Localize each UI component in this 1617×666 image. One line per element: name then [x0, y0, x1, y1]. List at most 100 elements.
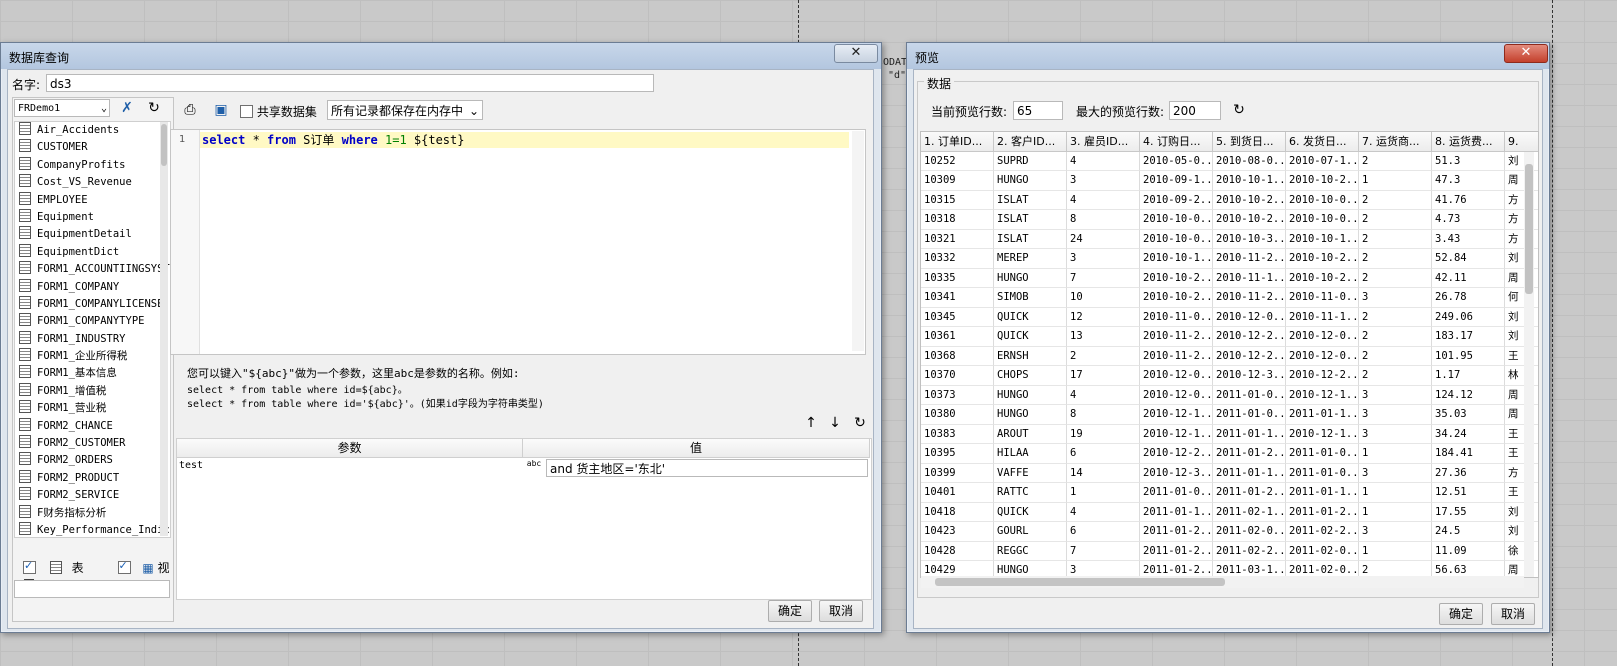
grid-column-header[interactable]: 8. 运货费... — [1432, 132, 1505, 152]
grid-vscrollbar[interactable] — [1524, 152, 1534, 577]
name-input[interactable]: ds3 — [46, 74, 654, 92]
table-list-item[interactable]: Equipment — [15, 208, 170, 226]
grid-cell: 10383 — [921, 424, 994, 444]
table-list-item[interactable]: EMPLOYEE — [15, 191, 170, 209]
grid-column-header[interactable]: 5. 到货日... — [1213, 132, 1286, 152]
connection-select[interactable]: FRDemo1 ⌄ — [14, 99, 110, 117]
grid-cell: 3 — [1359, 405, 1432, 425]
sql-editor[interactable]: 1 select * from S订单 where 1=1 ${test} — [170, 129, 866, 355]
grid-cell: 12 — [1067, 307, 1140, 327]
share-dataset-checkbox[interactable] — [240, 105, 253, 118]
table-name: F财务指标分析 — [37, 506, 107, 519]
data-group-label: 数据 — [924, 75, 955, 92]
grid-cell: 2011-01-0... — [1213, 385, 1286, 405]
grid-cell: 2 — [1359, 346, 1432, 366]
table-list-item[interactable]: Key_Performance_Indic — [15, 521, 170, 537]
grid-cell: 10345 — [921, 307, 994, 327]
grid-column-header[interactable]: 9. — [1505, 132, 1538, 152]
ok-button[interactable]: 确定 — [768, 600, 812, 622]
param-type-icon[interactable]: abc — [523, 459, 545, 477]
table-list-item[interactable]: FORM2_PRODUCT — [15, 469, 170, 487]
grid-column-header[interactable]: 3. 雇员ID... — [1067, 132, 1140, 152]
grid-cell: 17 — [1067, 366, 1140, 386]
save-icon[interactable]: ▣ — [211, 100, 231, 120]
sql-line[interactable]: select * from S订单 where 1=1 ${test} — [200, 132, 849, 148]
table-list-item[interactable]: FORM1_COMPANYTYPE — [15, 313, 170, 330]
ok-button[interactable]: 确定 — [1439, 603, 1483, 625]
grid-cell: 1 — [1067, 483, 1140, 503]
preview-dialog: 预览 ✕ 数据 当前预览行数: 65 最大的预览行数: 200 ↻ 1. 订单I… — [906, 42, 1550, 633]
edit-connection-icon[interactable]: ✗ — [117, 98, 137, 118]
table-list-item[interactable]: FORM1_营业税 — [15, 400, 170, 417]
table-list-item[interactable]: FORM2_SERVICE — [15, 487, 170, 504]
grid-cell: 2010-10-2... — [1286, 249, 1359, 269]
preview-icon[interactable]: ⎙ — [180, 100, 200, 120]
close-button[interactable]: ✕ — [1504, 44, 1548, 63]
grid-column-header[interactable]: 2. 客户ID... — [994, 132, 1067, 152]
cancel-button[interactable]: 取消 — [819, 600, 863, 622]
table-list-scrollbar[interactable] — [160, 122, 168, 536]
grid-cell: QUICK — [994, 307, 1067, 327]
current-rows-input[interactable]: 65 — [1013, 101, 1063, 120]
connection-value: FRDemo1 — [18, 103, 61, 114]
grid-cell: 2010-10-1... — [1140, 249, 1213, 269]
table-list-item[interactable]: FORM1_增值税 — [15, 382, 170, 400]
table-name: FORM1_基本信息 — [37, 367, 117, 380]
grid-cell: 2010-12-1... — [1286, 424, 1359, 444]
table-list-item[interactable]: Cost_VS_Revenue — [15, 174, 170, 191]
table-list-item[interactable]: EquipmentDict — [15, 243, 170, 261]
grid-hscrollbar[interactable] — [921, 576, 1524, 588]
title-bar[interactable]: 数据库查询 ✕ — [1, 43, 881, 69]
move-down-icon[interactable]: ↓ — [825, 413, 845, 433]
table-checkbox[interactable] — [23, 559, 36, 574]
grid-column-header[interactable]: 1. 订单ID... — [921, 132, 994, 152]
refresh-icon[interactable]: ↻ — [144, 98, 164, 118]
refresh-params-icon[interactable]: ↻ — [850, 413, 870, 433]
param-name-cell[interactable]: test — [179, 460, 203, 471]
max-rows-input[interactable]: 200 — [1169, 101, 1221, 120]
grid-cell: 10368 — [921, 346, 994, 366]
move-up-icon[interactable]: ↑ — [801, 413, 821, 433]
table-list-item[interactable]: CUSTOMER — [15, 139, 170, 156]
table-list-item[interactable]: Air_Accidents — [15, 122, 170, 139]
grid-cell: 2 — [1067, 346, 1140, 366]
table-list: Air_Accidents CUSTOMER CompanyProfits Cost_… — [14, 121, 171, 538]
table-list-item[interactable]: FORM2_CHANCE — [15, 417, 170, 435]
grid-column-header[interactable]: 4. 订购日... — [1140, 132, 1213, 152]
grid-cell: 26.78 — [1432, 288, 1505, 308]
table-list-item[interactable]: FORM1_INDUSTRY — [15, 330, 170, 348]
table-list-item[interactable]: FORM1_基本信息 — [15, 365, 170, 382]
cancel-button[interactable]: 取消 — [1491, 603, 1535, 625]
table-list-item[interactable]: FORM2_CUSTOMER — [15, 435, 170, 452]
grid-cell: 1 — [1359, 502, 1432, 522]
close-button[interactable]: ✕ — [834, 44, 878, 63]
table-list-item[interactable]: FORM2_ORDERS — [15, 452, 170, 469]
table-list-item[interactable]: FORM1_ACCOUNTIINGSYSTI — [15, 261, 170, 278]
title-bar[interactable]: 预览 ✕ — [907, 43, 1549, 69]
param-value-input[interactable]: and 货主地区='东北' — [546, 459, 868, 477]
table-list-item[interactable]: FORM1_COMPANY — [15, 278, 170, 296]
grid-cell: 51.3 — [1432, 151, 1505, 171]
grid-column-header[interactable]: 7. 运货商... — [1359, 132, 1432, 152]
grid-cell: 2 — [1359, 190, 1432, 210]
storage-mode-select[interactable]: 所有记录都保存在内存中 ⌄ — [327, 100, 483, 120]
table-name: Cost_VS_Revenue — [37, 176, 132, 189]
grid-cell: ISLAT — [994, 190, 1067, 210]
view-checkbox[interactable] — [117, 559, 131, 574]
table-list-item[interactable]: F财务指标分析 — [15, 504, 170, 522]
refresh-icon[interactable]: ↻ — [1229, 100, 1249, 120]
grid-cell: HUNGO — [994, 405, 1067, 425]
table-icon — [19, 191, 31, 205]
share-dataset-toggle[interactable]: 共享数据集 — [240, 103, 317, 120]
table-list-item[interactable]: EquipmentDetail — [15, 226, 170, 243]
grid-cell: 3 — [1359, 522, 1432, 542]
table-list-item[interactable]: FORM1_COMPANYLICENSE — [15, 295, 170, 313]
table-list-item[interactable]: CompanyProfits — [15, 156, 170, 174]
table-list-item[interactable]: FORM1_企业所得税 — [15, 348, 170, 365]
table-search-input[interactable] — [14, 580, 170, 598]
grid-column-header[interactable]: 6. 发货日... — [1286, 132, 1359, 152]
grid-cell: 10361 — [921, 327, 994, 347]
editor-scrollbar[interactable] — [852, 131, 864, 351]
grid-cell: 3 — [1359, 424, 1432, 444]
storage-mode-value: 所有记录都保存在内存中 — [331, 104, 464, 118]
